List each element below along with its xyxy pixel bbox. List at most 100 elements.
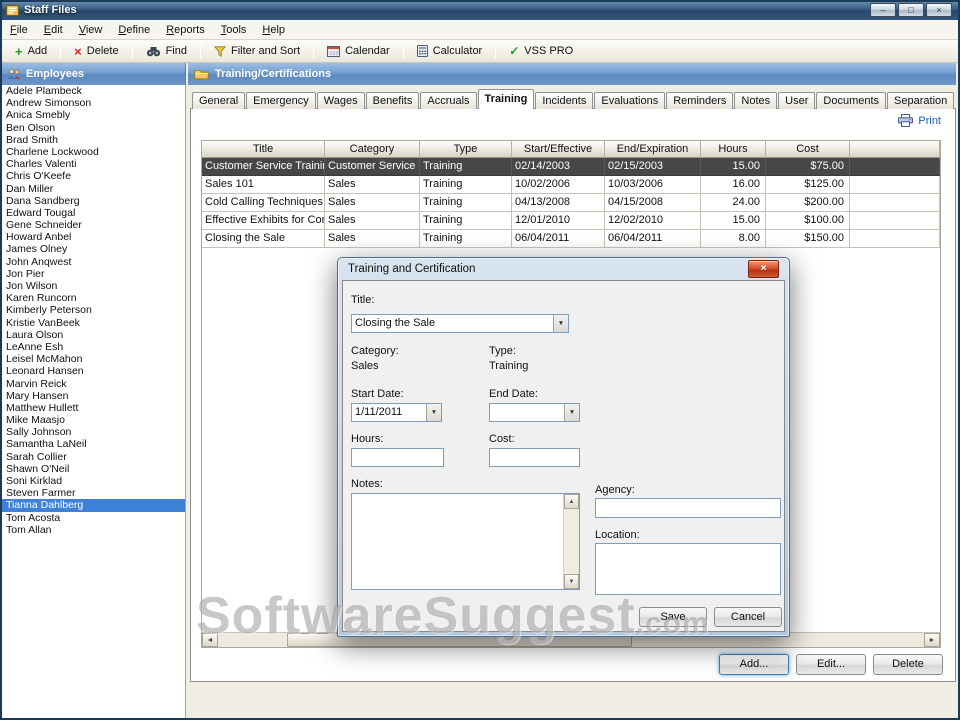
menu-define[interactable]: Define — [110, 20, 158, 40]
toolbar-filter-and-sort[interactable]: Filter and Sort — [203, 40, 311, 63]
employee-list-item[interactable]: Charlene Lockwood — [2, 146, 185, 158]
employee-list-item[interactable]: Edward Tougal — [2, 207, 185, 219]
start-date-dropdown[interactable]: 1/11/2011 ▼ — [351, 403, 442, 422]
tab-general[interactable]: General — [192, 92, 246, 109]
employee-list-item[interactable]: Anica Smebly — [2, 109, 185, 121]
chevron-down-icon[interactable]: ▼ — [553, 315, 568, 332]
scroll-up-icon[interactable]: ▲ — [564, 494, 579, 509]
employee-list-item[interactable]: Tom Acosta — [2, 512, 185, 524]
scroll-right-icon[interactable]: ► — [924, 633, 940, 647]
delete-button[interactable]: Delete — [873, 654, 943, 675]
tab-documents[interactable]: Documents — [816, 92, 887, 109]
employee-list-item[interactable]: Tom Allan — [2, 524, 185, 536]
employee-list-item[interactable]: Marvin Reick — [2, 378, 185, 390]
toolbar-calculator[interactable]: Calculator — [406, 40, 494, 63]
employee-list-item[interactable]: Soni Kirklad — [2, 475, 185, 487]
tab-benefits[interactable]: Benefits — [365, 92, 420, 109]
column-header-start-effective[interactable]: Start/Effective — [512, 141, 605, 158]
tab-reminders[interactable]: Reminders — [666, 92, 734, 109]
title-dropdown[interactable]: Closing the Sale ▼ — [351, 314, 569, 333]
dialog-title-bar[interactable]: Training and Certification × — [342, 258, 785, 280]
column-header-hours[interactable]: Hours — [701, 141, 766, 158]
menu-edit[interactable]: Edit — [36, 20, 71, 40]
menu-reports[interactable]: Reports — [158, 20, 213, 40]
title-bar[interactable]: Staff Files – □ × — [0, 0, 960, 20]
notes-textarea[interactable]: ▲ ▼ — [351, 493, 580, 590]
employee-list-item[interactable]: Karen Runcorn — [2, 292, 185, 304]
table-row[interactable]: Closing the Sale Sales Training 06/04/2011 0… — [202, 230, 940, 248]
employee-list-item[interactable]: Charles Valenti — [2, 158, 185, 170]
column-header-title[interactable]: Title — [202, 141, 325, 158]
toolbar-vss-pro[interactable]: ✓ VSS PRO — [498, 40, 584, 63]
employee-list-item[interactable]: Mike Maasjo — [2, 414, 185, 426]
employee-list-item[interactable]: Jon Pier — [2, 268, 185, 280]
employee-list-item[interactable]: John Anqwest — [2, 256, 185, 268]
employee-list-item[interactable]: Sarah Collier — [2, 451, 185, 463]
dialog-close-button[interactable]: × — [748, 260, 779, 278]
employee-list-item[interactable]: Shawn O'Neil — [2, 463, 185, 475]
hours-input[interactable] — [351, 448, 444, 467]
employee-list-item[interactable]: Andrew Simonson — [2, 97, 185, 109]
chevron-down-icon[interactable]: ▼ — [426, 404, 441, 421]
menu-tools[interactable]: Tools — [213, 20, 255, 40]
tab-user[interactable]: User — [778, 92, 816, 109]
employee-list-item[interactable]: Kimberly Peterson — [2, 304, 185, 316]
notes-scrollbar[interactable]: ▲ ▼ — [563, 494, 579, 589]
cost-input[interactable] — [489, 448, 580, 467]
edit-button[interactable]: Edit... — [796, 654, 866, 675]
employee-list[interactable]: Adele Plambeck Andrew Simonson Anica Smebl… — [2, 85, 186, 718]
chevron-down-icon[interactable]: ▼ — [564, 404, 579, 421]
tab-wages[interactable]: Wages — [316, 92, 365, 109]
maximize-button[interactable]: □ — [898, 3, 924, 17]
employee-list-item[interactable]: Tianna Dahlberg — [2, 499, 185, 512]
tab-emergency[interactable]: Emergency — [246, 92, 316, 109]
menu-file[interactable]: File — [2, 20, 36, 40]
column-header-category[interactable]: Category — [325, 141, 420, 158]
tab-separation[interactable]: Separation — [887, 92, 955, 109]
table-row[interactable]: Cold Calling Techniques Sales Training 04/1… — [202, 194, 940, 212]
tab-training[interactable]: Training — [477, 89, 535, 109]
employee-list-item[interactable]: Jon Wilson — [2, 280, 185, 292]
employee-list-item[interactable]: Sally Johnson — [2, 426, 185, 438]
close-button[interactable]: × — [926, 3, 952, 17]
employee-list-item[interactable]: Steven Farmer — [2, 487, 185, 499]
add-button[interactable]: Add... — [719, 654, 789, 675]
table-row[interactable]: Effective Exhibits for Con... Sales Traini… — [202, 212, 940, 230]
employee-list-item[interactable]: Brad Smith — [2, 134, 185, 146]
employee-list-item[interactable]: Kristie VanBeek — [2, 317, 185, 329]
tab-notes[interactable]: Notes — [734, 92, 778, 109]
employee-list-item[interactable]: Chris O'Keefe — [2, 170, 185, 182]
employee-list-item[interactable]: Mary Hansen — [2, 390, 185, 402]
table-row[interactable]: Sales 101 Sales Training 10/02/2006 10/03/20… — [202, 176, 940, 194]
toolbar-find[interactable]: Find — [135, 40, 198, 63]
column-header-cost[interactable]: Cost — [766, 141, 850, 158]
end-date-dropdown[interactable]: ▼ — [489, 403, 580, 422]
tab-accruals[interactable]: Accruals — [420, 92, 477, 109]
minimize-button[interactable]: – — [870, 3, 896, 17]
column-header-end-expiration[interactable]: End/Expiration — [605, 141, 701, 158]
employee-list-item[interactable]: James Olney — [2, 243, 185, 255]
menu-view[interactable]: View — [71, 20, 111, 40]
tab-incidents[interactable]: Incidents — [535, 92, 594, 109]
employee-list-item[interactable]: LeAnne Esh — [2, 341, 185, 353]
employee-list-item[interactable]: Samantha LaNeil — [2, 438, 185, 450]
tab-evaluations[interactable]: Evaluations — [594, 92, 666, 109]
cancel-button[interactable]: Cancel — [714, 607, 782, 627]
toolbar-add[interactable]: + Add — [4, 40, 58, 63]
employee-list-item[interactable]: Ben Olson — [2, 122, 185, 134]
employee-list-item[interactable]: Howard Anbel — [2, 231, 185, 243]
employee-list-item[interactable]: Matthew Hullett — [2, 402, 185, 414]
employee-list-item[interactable]: Dana Sandberg — [2, 195, 185, 207]
employee-list-item[interactable]: Laura Olson — [2, 329, 185, 341]
employee-list-item[interactable]: Dan Miller — [2, 183, 185, 195]
toolbar-delete[interactable]: × Delete — [63, 40, 129, 63]
menu-help[interactable]: Help — [254, 20, 293, 40]
employee-list-item[interactable]: Leisel McMahon — [2, 353, 185, 365]
print-button[interactable]: Print — [898, 114, 941, 127]
column-header-type[interactable]: Type — [420, 141, 512, 158]
employee-list-item[interactable]: Adele Plambeck — [2, 85, 185, 97]
table-row[interactable]: Customer Service Training Customer Servic… — [202, 158, 940, 176]
toolbar-calendar[interactable]: Calendar — [316, 40, 401, 63]
agency-input[interactable] — [595, 498, 781, 518]
employee-list-item[interactable]: Leonard Hansen — [2, 365, 185, 377]
